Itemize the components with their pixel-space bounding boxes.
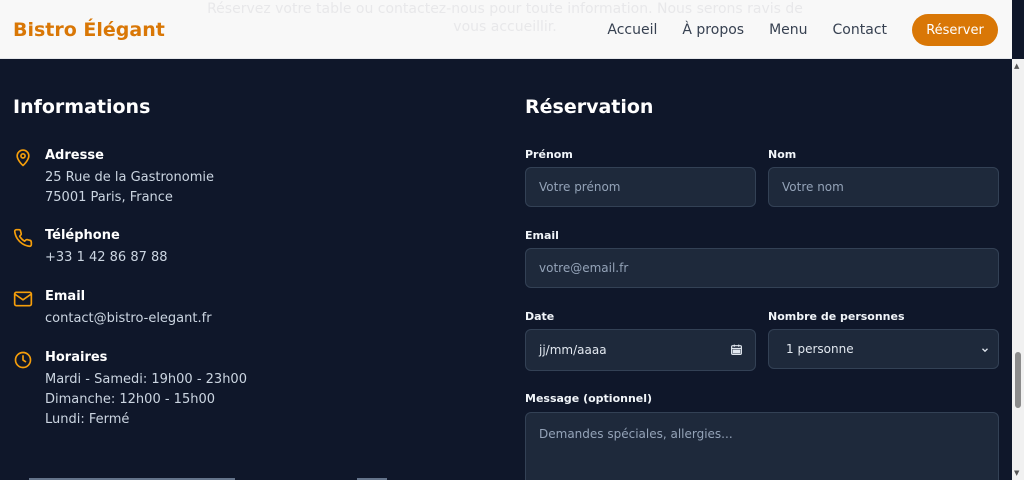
email-title: Email — [45, 289, 86, 304]
date-input-text: jj/mm/aaaa — [539, 343, 607, 357]
reservation-heading: Réservation — [525, 96, 654, 118]
guests-label: Nombre de personnes — [768, 310, 905, 323]
hours-title: Horaires — [45, 350, 108, 365]
clock-icon — [13, 350, 33, 370]
email-label: Email — [525, 229, 559, 242]
lastname-input[interactable]: Votre nom — [768, 167, 999, 207]
page-scrollbar[interactable]: ▲ ▼ — [1012, 59, 1024, 480]
message-textarea[interactable]: Demandes spéciales, allergies... — [525, 412, 999, 480]
reserve-button[interactable]: Réserver — [912, 14, 998, 46]
date-label: Date — [525, 310, 555, 323]
map-pin-icon — [13, 148, 33, 168]
brand-logo[interactable]: Bistro Élégant — [13, 19, 165, 41]
message-label: Message (optionnel) — [525, 392, 653, 405]
guests-select[interactable]: 1 personne — [768, 329, 999, 369]
firstname-label: Prénom — [525, 148, 573, 161]
scroll-down-arrow-icon[interactable]: ▼ — [1014, 469, 1019, 477]
lastname-label: Nom — [768, 148, 797, 161]
calendar-icon[interactable] — [730, 343, 743, 356]
address-title: Adresse — [45, 148, 104, 163]
nav-link-accueil[interactable]: Accueil — [607, 22, 657, 38]
address-line-2: 75001 Paris, France — [45, 190, 173, 205]
phone-icon — [13, 228, 33, 248]
mail-icon — [13, 289, 33, 309]
reservation-form: Réservation Prénom Votre prénom Nom Votr… — [525, 96, 999, 480]
nav-link-a-propos[interactable]: À propos — [682, 22, 744, 38]
phone-number[interactable]: +33 1 42 86 87 88 — [45, 250, 168, 265]
top-navbar: Réservez votre table ou contactez-nous p… — [0, 0, 1012, 59]
phone-title: Téléphone — [45, 228, 120, 243]
address-line-1: 25 Rue de la Gastronomie — [45, 170, 214, 185]
nav-links: Accueil À propos Menu Contact — [607, 22, 887, 38]
date-input[interactable]: jj/mm/aaaa — [525, 329, 756, 371]
nav-link-contact[interactable]: Contact — [833, 22, 887, 38]
email-address[interactable]: contact@bistro-elegant.fr — [45, 311, 212, 326]
info-section: Informations Adresse 25 Rue de la Gastro… — [13, 96, 483, 427]
hours-line-1: Mardi - Samedi: 19h00 - 23h00 — [45, 372, 247, 387]
scrollbar-thumb[interactable] — [1015, 352, 1021, 408]
nav-link-menu[interactable]: Menu — [769, 22, 807, 38]
scroll-up-arrow-icon[interactable]: ▲ — [1014, 62, 1019, 70]
info-heading: Informations — [13, 96, 151, 118]
chevron-down-icon — [982, 348, 988, 353]
firstname-input[interactable]: Votre prénom — [525, 167, 756, 207]
hours-line-3: Lundi: Fermé — [45, 412, 130, 427]
email-input[interactable]: votre@email.fr — [525, 248, 999, 288]
hours-line-2: Dimanche: 12h00 - 15h00 — [45, 392, 215, 407]
guests-select-value: 1 personne — [786, 342, 854, 356]
